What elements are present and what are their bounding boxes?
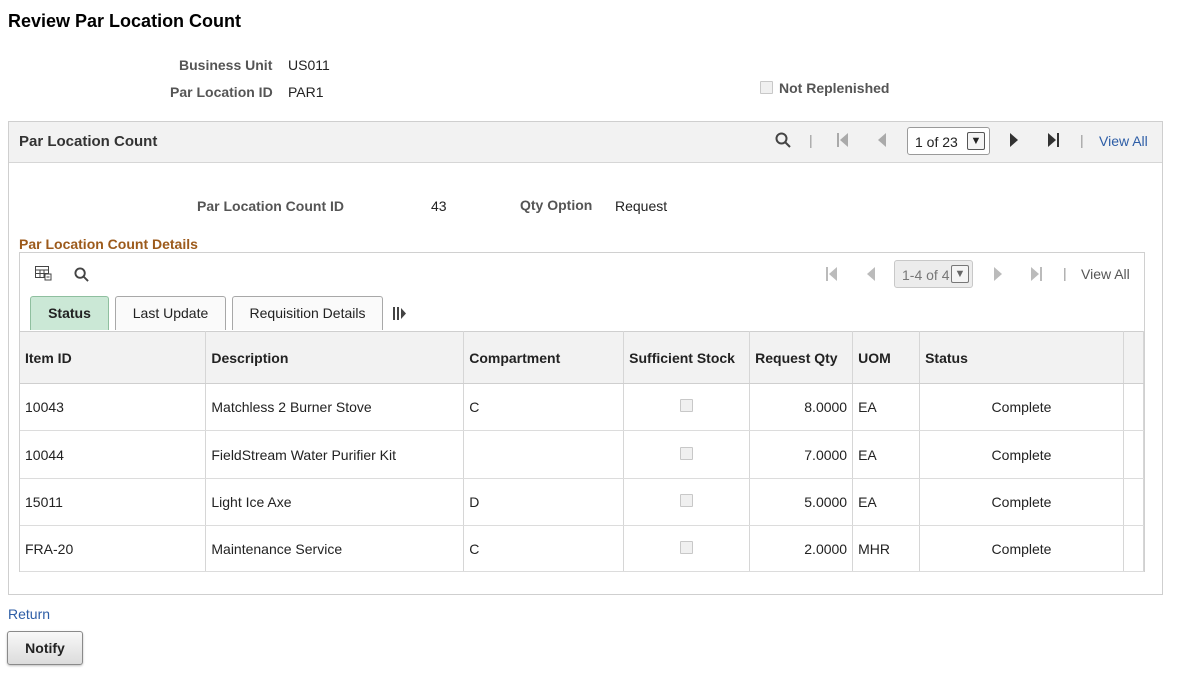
previous-page-icon[interactable] xyxy=(877,133,887,150)
cell-sufficient-stock xyxy=(623,525,751,572)
cell-description: Maintenance Service xyxy=(205,525,465,572)
notify-button[interactable]: Notify xyxy=(7,631,83,665)
page-title: Review Par Location Count xyxy=(8,11,242,31)
cell-sufficient-stock xyxy=(623,430,751,479)
grid-search-icon[interactable] xyxy=(74,267,89,285)
column-header-status: Status xyxy=(919,331,1124,384)
par-location-id-label: Par Location ID xyxy=(170,84,273,100)
cell-request-qty: 8.0000 xyxy=(749,383,854,431)
show-all-columns-icon[interactable] xyxy=(393,307,407,323)
business-unit-label: Business Unit xyxy=(179,57,273,73)
tab-requisition-details[interactable]: Requisition Details xyxy=(232,296,383,330)
cell-spacer xyxy=(1123,478,1145,526)
tab-last-update[interactable]: Last Update xyxy=(115,296,226,330)
table-row: 10044 FieldStream Water Purifier Kit 7.0… xyxy=(20,430,1145,479)
chevron-down-icon[interactable]: ▼ xyxy=(951,265,969,283)
table-header-row: Item ID Description Compartment Sufficie… xyxy=(20,331,1145,384)
not-replenished-checkbox[interactable] xyxy=(760,81,773,94)
cell-request-qty: 7.0000 xyxy=(749,430,854,479)
cell-compartment: C xyxy=(463,525,625,572)
qty-option-label: Qty Option xyxy=(520,197,593,213)
column-header-description: Description xyxy=(205,331,465,384)
count-id-value: 43 xyxy=(431,198,447,214)
cell-status: Complete xyxy=(919,478,1124,526)
cell-compartment: C xyxy=(463,383,625,431)
last-page-icon[interactable] xyxy=(1047,133,1059,150)
details-table: Item ID Description Compartment Sufficie… xyxy=(20,331,1145,572)
column-header-spacer xyxy=(1123,331,1145,384)
cell-compartment: D xyxy=(463,478,625,526)
grid-next-page-icon[interactable] xyxy=(993,267,1003,284)
grid-row-pager-dropdown[interactable]: 1-4 of 4 ▼ xyxy=(894,260,973,288)
count-id-label: Par Location Count ID xyxy=(197,198,344,214)
cell-status: Complete xyxy=(919,383,1124,431)
cell-status: Complete xyxy=(919,525,1124,572)
par-location-id-value: PAR1 xyxy=(288,84,324,100)
cell-description: FieldStream Water Purifier Kit xyxy=(205,430,465,479)
sufficient-stock-checkbox[interactable] xyxy=(680,446,694,460)
cell-sufficient-stock xyxy=(623,383,751,431)
sufficient-stock-checkbox[interactable] xyxy=(680,399,694,412)
chevron-down-icon[interactable]: ▼ xyxy=(967,132,985,150)
grid-view-all-link[interactable]: View All xyxy=(1081,266,1130,282)
column-header-uom: UOM xyxy=(852,331,921,384)
first-page-icon[interactable] xyxy=(837,133,849,150)
cell-description: Matchless 2 Burner Stove xyxy=(205,383,465,431)
row-pager-value: 1 of 23 xyxy=(915,134,958,150)
cell-request-qty: 5.0000 xyxy=(749,478,854,526)
table-row: 10043 Matchless 2 Burner Stove C 8.0000 … xyxy=(20,383,1145,431)
business-unit-value: US011 xyxy=(288,57,330,73)
view-all-link[interactable]: View All xyxy=(1099,133,1148,149)
not-replenished-label: Not Replenished xyxy=(779,80,890,96)
cell-spacer xyxy=(1123,525,1145,572)
tab-status[interactable]: Status xyxy=(30,296,109,330)
return-link[interactable]: Return xyxy=(8,606,50,622)
cell-item-id: 10044 xyxy=(20,430,207,479)
cell-item-id: FRA-20 xyxy=(20,525,207,572)
sufficient-stock-checkbox[interactable] xyxy=(680,540,694,554)
cell-item-id: 10043 xyxy=(20,383,207,431)
grid-previous-page-icon[interactable] xyxy=(866,267,876,284)
grid-last-page-icon[interactable] xyxy=(1030,267,1042,284)
cell-item-id: 15011 xyxy=(20,478,207,526)
cell-uom: MHR xyxy=(852,525,921,572)
toolbar-separator: | xyxy=(809,132,813,148)
table-row: 15011 Light Ice Axe D 5.0000 EA Complete xyxy=(20,478,1145,526)
cell-description: Light Ice Axe xyxy=(205,478,465,526)
cell-spacer xyxy=(1123,383,1145,431)
row-pager-dropdown[interactable]: 1 of 23 ▼ xyxy=(907,127,990,155)
cell-uom: EA xyxy=(852,383,921,431)
toolbar-separator: | xyxy=(1080,132,1084,148)
cell-request-qty: 2.0000 xyxy=(749,525,854,572)
cell-spacer xyxy=(1123,430,1145,479)
grid-row-pager-value: 1-4 of 4 xyxy=(902,267,950,283)
cell-uom: EA xyxy=(852,478,921,526)
column-header-request-qty: Request Qty xyxy=(749,331,854,384)
cell-uom: EA xyxy=(852,430,921,479)
cell-status: Complete xyxy=(919,430,1124,479)
qty-option-value: Request xyxy=(615,198,668,214)
table-row: FRA-20 Maintenance Service C 2.0000 MHR … xyxy=(20,525,1145,572)
personalize-grid-icon[interactable] xyxy=(35,266,52,284)
next-page-icon[interactable] xyxy=(1009,133,1019,150)
column-header-item-id: Item ID xyxy=(20,331,207,384)
cell-sufficient-stock xyxy=(623,478,751,526)
toolbar-separator: | xyxy=(1063,265,1067,281)
search-icon[interactable] xyxy=(775,132,791,151)
grid-first-page-icon[interactable] xyxy=(826,267,838,284)
column-header-sufficient-stock: Sufficient Stock xyxy=(623,331,751,384)
sufficient-stock-checkbox[interactable] xyxy=(680,494,694,507)
details-section-title: Par Location Count Details xyxy=(19,236,198,252)
column-header-compartment: Compartment xyxy=(463,331,625,384)
group-title: Par Location Count xyxy=(19,133,158,150)
cell-compartment xyxy=(463,430,625,479)
